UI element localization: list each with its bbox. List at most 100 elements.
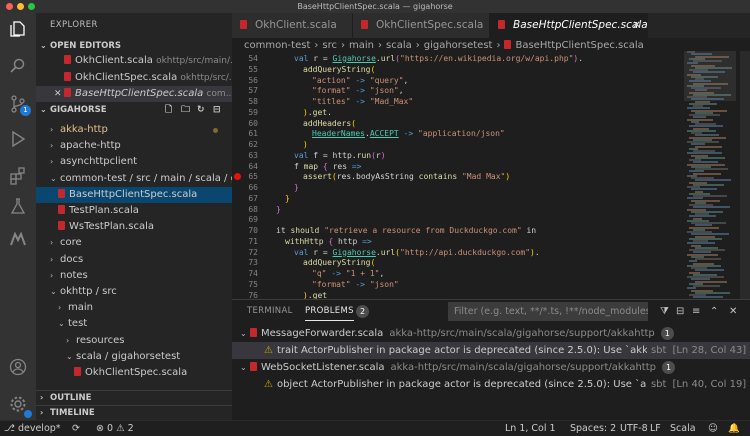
problems-summary[interactable]: ⊗ 0 ⚠ 2: [96, 421, 134, 436]
folder-item[interactable]: › asynchttpclient: [36, 154, 232, 170]
extensions-icon[interactable]: [7, 165, 29, 187]
branch-indicator[interactable]: ⎇ develop*: [4, 421, 61, 436]
problem-file-row[interactable]: ⌄ MessageForwarder.scala akka-http/src/mai…: [232, 325, 750, 342]
chevron-up-icon[interactable]: ⌃: [710, 306, 718, 317]
zoom-window-button[interactable]: [28, 3, 35, 10]
code-token: "json": [369, 279, 399, 289]
open-editor-item[interactable]: ✕ BaseHttpClientSpec.scala com...: [36, 86, 232, 103]
tab-terminal[interactable]: TERMINAL: [247, 306, 293, 316]
minimize-window-button[interactable]: [17, 3, 24, 10]
code-token: in: [521, 226, 537, 235]
tab-okhclient[interactable]: OkhClient.scala: [232, 13, 353, 38]
cursor-position[interactable]: Ln 1, Col 1: [505, 421, 556, 436]
folder-item[interactable]: ⌄common-test / src / main / scala / giga…: [36, 171, 232, 187]
code-line: }: [276, 204, 281, 215]
file-item[interactable]: BaseHttpClientSpec.scala: [36, 186, 232, 203]
breadcrumb-item[interactable]: main: [349, 40, 374, 51]
open-editor-item[interactable]: OkhClientSpec.scala okhttp/src/...: [36, 70, 232, 86]
folder-item[interactable]: › docs: [36, 252, 232, 268]
collapse-all-icon[interactable]: ⊟: [213, 103, 221, 117]
minimap[interactable]: [684, 51, 736, 299]
search-icon[interactable]: [7, 55, 29, 77]
encoding[interactable]: UTF-8: [620, 421, 648, 436]
filter-icon[interactable]: ⧩: [660, 306, 669, 317]
editor-scrollbar[interactable]: [740, 51, 750, 299]
chevron-right-icon: ›: [66, 335, 70, 345]
code-token: ->: [355, 75, 365, 85]
indentation[interactable]: Spaces: 2: [570, 421, 616, 436]
code-token: =>: [362, 236, 372, 246]
timeline-header[interactable]: › TIMELINE: [36, 405, 232, 419]
breadcrumb-item[interactable]: common-test: [244, 40, 310, 51]
refresh-icon[interactable]: ↻: [197, 103, 205, 117]
tab-okhclientspec[interactable]: OkhClientSpec.scala: [353, 13, 490, 38]
file-item[interactable]: TestPlan.scala: [36, 203, 232, 219]
tree-item-label: main: [68, 302, 93, 314]
code-editor[interactable]: 54 val r = Gigahorse. url ("https://en.wiki…: [232, 51, 682, 299]
run-debug-icon[interactable]: [7, 128, 29, 150]
code-token: "Mad Max": [461, 172, 506, 182]
file-item[interactable]: WsTestPlan.scala: [36, 219, 232, 235]
outline-header[interactable]: › OUTLINE: [36, 390, 232, 404]
folder-item[interactable]: › main: [36, 300, 232, 316]
problem-file-name: WebSocketListener.scala: [261, 362, 385, 373]
line-number: 58: [248, 97, 258, 106]
folder-item[interactable]: ⌄ okhttp / src: [36, 284, 232, 300]
file-item[interactable]: OkhClientSpec.scala: [36, 365, 232, 381]
editor-area: OkhClient.scala OkhClientSpec.scala Base…: [232, 13, 750, 299]
scm-badge: 1: [20, 105, 31, 116]
problems-count-badge: 2: [356, 305, 369, 318]
workspace-header[interactable]: ⌄ GIGAHORSE 🗋 🗀 ↻ ⊟: [36, 103, 232, 117]
breadcrumb-item[interactable]: scala: [386, 40, 412, 51]
folder-item[interactable]: › resources: [36, 333, 232, 349]
code-token: }: [294, 183, 299, 192]
open-editors-header[interactable]: ⌄ OPEN EDITORS: [36, 39, 232, 53]
folder-item[interactable]: › core: [36, 235, 232, 251]
problems-filter-input[interactable]: Filter (e.g. text, **/*.ts, !**/node_mod…: [448, 302, 648, 321]
scala-file-icon: [58, 188, 65, 198]
close-panel-icon[interactable]: ✕: [729, 306, 737, 317]
collapse-all-icon[interactable]: ⊟: [676, 306, 684, 317]
folder-item[interactable]: › akka-http: [36, 122, 232, 138]
close-icon[interactable]: ✕: [54, 86, 64, 102]
explorer-icon[interactable]: [7, 18, 29, 40]
new-folder-icon[interactable]: 🗀: [181, 103, 190, 117]
folder-item[interactable]: ⌄ scala / gigahorsetest: [36, 349, 232, 365]
settings-gear-icon[interactable]: [7, 393, 32, 418]
metals-icon[interactable]: [7, 228, 29, 250]
line-number: 69: [248, 215, 258, 225]
problem-file-row[interactable]: ⌄ WebSocketListener.scala akka-http/src/ma…: [232, 359, 750, 376]
code-token: ->: [355, 86, 365, 96]
explorer-title: EXPLORER: [50, 20, 98, 30]
breadcrumb-item[interactable]: gigahorsetest: [424, 40, 493, 51]
sync-icon[interactable]: ⟳: [72, 421, 80, 436]
breadcrumb-separator: ›: [496, 40, 501, 51]
window-title: BaseHttpClientSpec.scala — gigahorse: [297, 2, 453, 11]
testing-flask-icon[interactable]: [7, 195, 29, 217]
close-window-button[interactable]: [6, 3, 13, 10]
tree-item-label: notes: [60, 269, 88, 281]
problem-row[interactable]: ⚠ trait ActorPublisher in package actor i…: [232, 342, 750, 359]
language-mode[interactable]: Scala: [670, 421, 696, 436]
folder-item[interactable]: › notes: [36, 268, 232, 284]
new-file-icon[interactable]: 🗋: [165, 103, 172, 117]
breadcrumb-separator: ›: [340, 40, 345, 51]
problem-row[interactable]: ⚠ object ActorPublisher in package actor …: [232, 376, 750, 393]
close-tab-icon[interactable]: ✕: [633, 13, 641, 38]
code-token: val: [294, 150, 314, 160]
feedback-icon[interactable]: ☺: [708, 421, 718, 436]
end-of-line[interactable]: LF: [650, 421, 661, 436]
minimap-slider[interactable]: [684, 51, 736, 101]
code-token: Gigahorse: [332, 54, 376, 63]
open-editor-item[interactable]: OkhClient.scala okhttp/src/main/...: [36, 53, 232, 69]
tab-basehttpclientspec[interactable]: BaseHttpClientSpec.scala ✕: [490, 13, 648, 38]
word-wrap-icon[interactable]: ≡: [692, 306, 700, 317]
breadcrumb-item[interactable]: src: [322, 40, 337, 51]
breadcrumb-item[interactable]: BaseHttpClientSpec.scala: [515, 40, 643, 51]
folder-item[interactable]: › apache-http: [36, 138, 232, 154]
notifications-bell-icon[interactable]: 🔔: [728, 421, 740, 436]
account-icon[interactable]: [7, 356, 29, 378]
source-control-icon[interactable]: 1: [7, 93, 31, 116]
tab-problems[interactable]: PROBLEMS: [305, 306, 354, 321]
folder-item[interactable]: ⌄ test: [36, 316, 232, 332]
